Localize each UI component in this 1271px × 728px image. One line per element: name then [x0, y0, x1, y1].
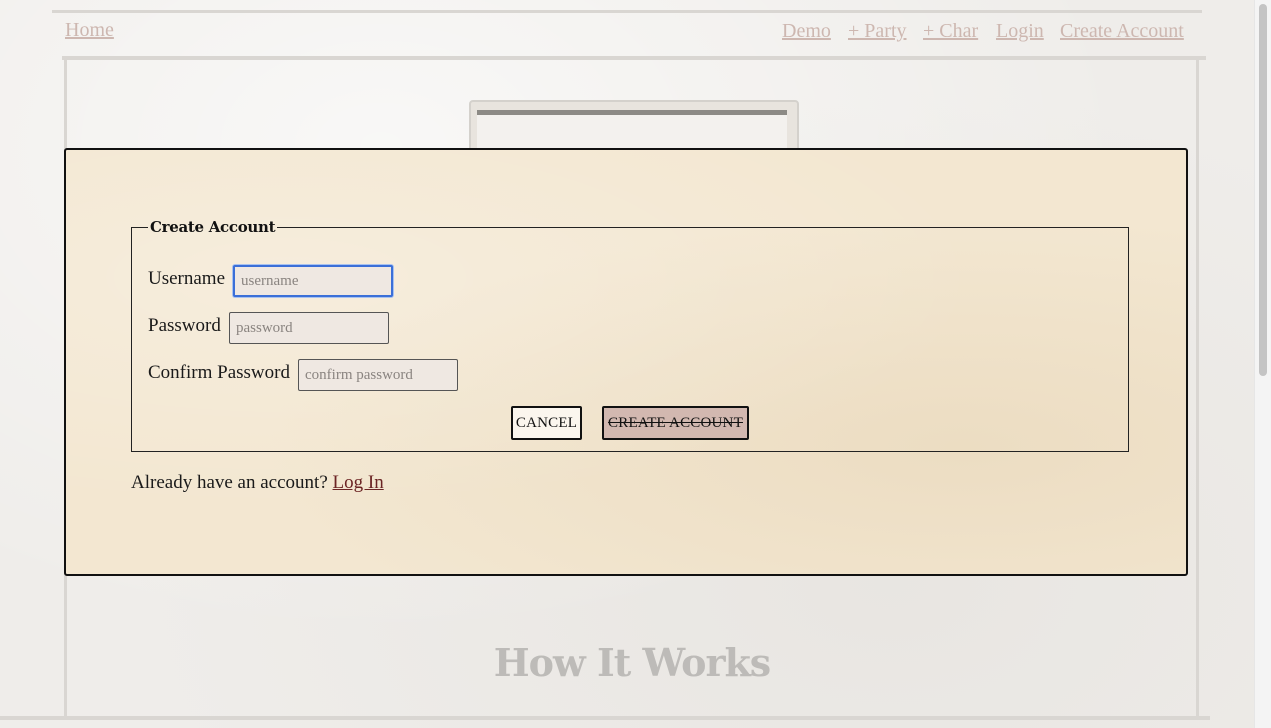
vertical-scrollbar[interactable] — [1254, 0, 1271, 728]
log-in-link[interactable]: Log In — [333, 472, 384, 493]
login-prompt-text: Already have an account? — [131, 472, 328, 493]
create-account-form: Create Account Username Password Confirm… — [131, 218, 1129, 452]
section-title: How It Works — [493, 640, 771, 685]
nav-party-link[interactable]: + Party — [848, 20, 907, 43]
nav-underline — [62, 56, 1206, 60]
password-label: Password — [148, 315, 221, 336]
password-input[interactable] — [229, 312, 389, 344]
form-legend: Create Account — [150, 218, 276, 236]
create-account-modal: Create Account Username Password Confirm… — [64, 148, 1188, 576]
nav-home-link[interactable]: Home — [65, 19, 114, 42]
username-input[interactable] — [233, 265, 393, 297]
nav-create-account-link[interactable]: Create Account — [1060, 20, 1184, 43]
cancel-button[interactable]: CANCEL — [511, 406, 582, 440]
bottom-border-line — [0, 716, 1210, 720]
scrollbar-thumb[interactable] — [1259, 4, 1267, 376]
nav-demo-link[interactable]: Demo — [782, 20, 831, 43]
nav-login-link[interactable]: Login — [996, 20, 1044, 43]
username-label: Username — [148, 268, 226, 289]
confirm-password-label: Confirm Password — [148, 362, 290, 383]
right-border-line — [1196, 60, 1199, 720]
top-border-line — [52, 10, 1202, 13]
nav-char-link[interactable]: + Char — [923, 20, 978, 43]
confirm-password-input[interactable] — [298, 359, 458, 391]
create-account-button[interactable]: CREATE ACCOUNT — [602, 406, 749, 440]
login-prompt: Already have an account? Log In — [131, 472, 384, 494]
